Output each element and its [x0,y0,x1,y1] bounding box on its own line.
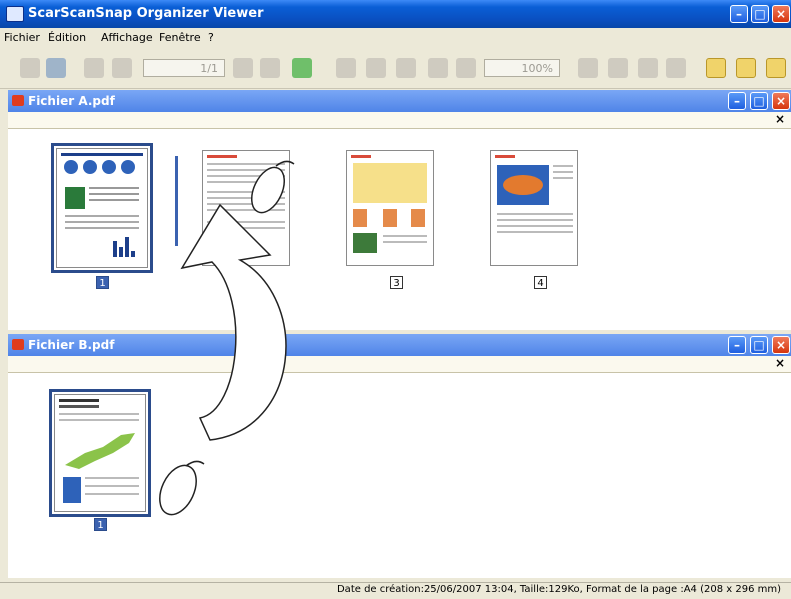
mouse-drag-icon [159,460,205,516]
drag-arrow-icon [180,203,287,441]
status-text: Date de création:25/06/2007 13:04, Taill… [336,584,781,595]
status-bar: Date de création:25/06/2007 13:04, Taill… [0,582,791,599]
drag-overlay [159,160,295,516]
mouse-drop-icon [251,160,295,214]
